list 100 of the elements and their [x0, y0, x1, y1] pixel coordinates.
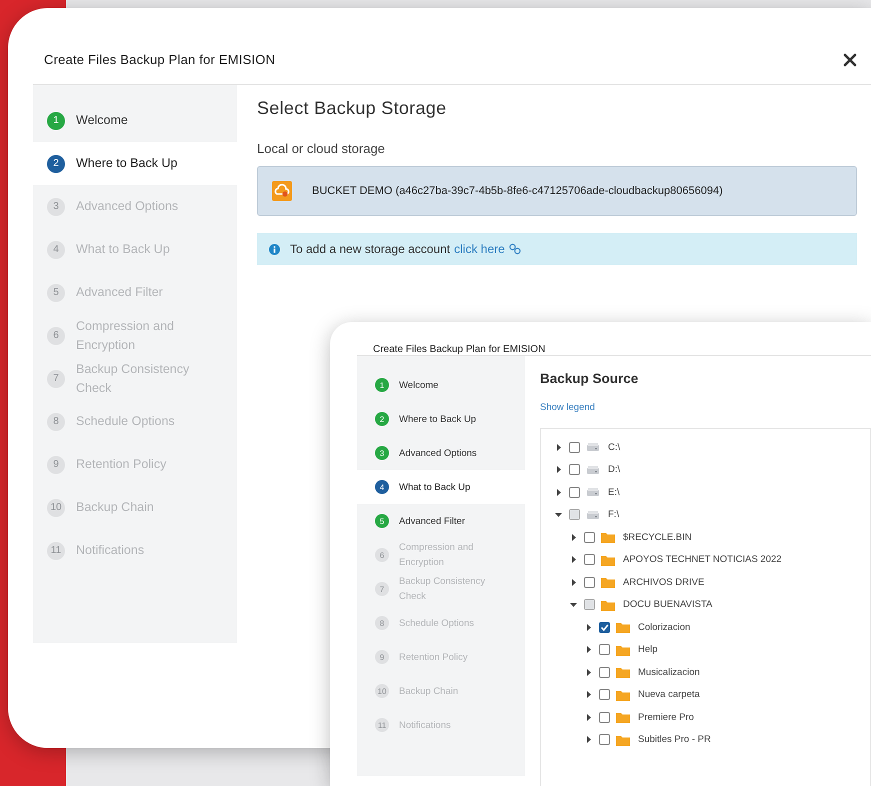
section-heading: Backup Source [540, 371, 640, 386]
step-number: 4 [47, 240, 65, 258]
checkbox[interactable] [599, 712, 610, 723]
collapse-caret-icon[interactable] [570, 601, 577, 608]
section-heading: Select Backup Storage [257, 98, 448, 119]
step-number: 6 [47, 326, 65, 344]
checkbox[interactable] [584, 576, 595, 588]
step-number: 3 [375, 446, 389, 460]
wizard-step[interactable]: 2 Where to Back Up [33, 142, 237, 185]
step-number: 8 [375, 616, 389, 630]
expand-caret-icon[interactable] [585, 624, 592, 631]
wizard-step[interactable]: 4 What to Back Up [357, 470, 525, 504]
expand-caret-icon[interactable] [555, 444, 562, 451]
expand-caret-icon[interactable] [585, 668, 592, 676]
checkbox[interactable] [584, 532, 595, 543]
tree-item-label[interactable]: Colorizacion [638, 622, 690, 633]
checkbox[interactable] [599, 734, 610, 746]
window-title: Create Files Backup Plan for EMISION [373, 344, 546, 355]
checkbox[interactable] [569, 486, 580, 498]
expand-caret-icon[interactable] [570, 578, 577, 586]
step-number: 5 [375, 514, 389, 528]
field-label: Local or cloud storage [257, 141, 385, 156]
step-label: Advanced Filter [399, 514, 466, 528]
tree-item-label[interactable]: DOCU BUENAVISTA [623, 599, 712, 610]
folder-icon [616, 666, 630, 678]
step-label: Schedule Options [76, 413, 176, 430]
checkbox[interactable] [599, 622, 610, 633]
wizard-step[interactable]: 5 Advanced Filter [357, 504, 525, 538]
expand-caret-icon[interactable] [570, 556, 577, 564]
step-number: 7 [375, 582, 389, 596]
step-label: Backup Consistency Check [399, 575, 486, 604]
step-label: Where to Back Up [76, 155, 178, 172]
step-number: 8 [47, 412, 65, 430]
folder-icon [601, 531, 615, 544]
tree-item-label[interactable]: F:\ [608, 509, 620, 520]
step-label: Welcome [399, 378, 440, 392]
tree-item-label[interactable]: D:\ [608, 464, 620, 476]
link-icon [508, 243, 521, 255]
expand-caret-icon[interactable] [585, 691, 592, 698]
step-number: 5 [47, 284, 65, 302]
folder-icon [616, 644, 630, 656]
window-title: Create Files Backup Plan for EMISION [44, 52, 276, 67]
step-number: 9 [47, 456, 65, 474]
close-icon [843, 52, 857, 66]
tree-item-label[interactable]: C:\ [608, 442, 620, 453]
folder-icon [601, 576, 615, 588]
step-label: What to Back Up [399, 480, 472, 494]
checkbox[interactable] [599, 644, 610, 656]
tree-item-label[interactable]: Musicalizacion [638, 666, 700, 678]
checkbox[interactable] [569, 442, 580, 453]
step-number: 11 [375, 718, 389, 732]
wizard-step[interactable]: 1 Welcome [357, 368, 525, 402]
step-label: Schedule Options [399, 616, 475, 630]
show-legend-link[interactable]: Show legend [540, 402, 595, 413]
info-text: To add a new storage account [290, 242, 450, 256]
step-number: 1 [47, 112, 65, 130]
expand-caret-icon[interactable] [555, 488, 562, 496]
step-label: Compression and Encryption [399, 541, 474, 570]
tree-item-label[interactable]: Nueva carpeta [638, 689, 700, 700]
expand-caret-icon[interactable] [585, 714, 592, 721]
step-label: Backup Chain [76, 499, 155, 516]
checkbox[interactable] [599, 689, 610, 700]
add-storage-link[interactable]: click here [454, 242, 521, 256]
step-number: 2 [47, 154, 65, 172]
step-label: Backup Consistency Check [76, 360, 190, 396]
storage-option[interactable]: BUCKET DEMO (a46c27ba-39c7-4b5b-8fe6-c47125706ade-cloudbackup80656094) [257, 166, 857, 216]
collapse-caret-icon[interactable] [555, 511, 562, 518]
info-icon [269, 244, 280, 254]
wizard-step[interactable]: 2 Where to Back Up [357, 402, 525, 436]
checkmark-icon [600, 622, 609, 632]
drive-icon [586, 441, 600, 454]
tree-item-label[interactable]: Subitles Pro - PR [638, 734, 711, 746]
drive-icon [586, 486, 600, 498]
checkbox[interactable] [599, 666, 610, 678]
folder-icon [601, 554, 615, 566]
tree-item-label[interactable]: Help [638, 644, 658, 656]
step-label: Compression and Encryption [76, 318, 175, 354]
step-label: Retention Policy [399, 650, 469, 664]
step-number: 6 [375, 548, 389, 562]
expand-caret-icon[interactable] [585, 736, 592, 744]
folder-icon [616, 621, 630, 634]
checkbox[interactable] [584, 554, 595, 566]
step-label: What to Back Up [76, 241, 171, 258]
step-number: 11 [47, 542, 65, 560]
step-label: Where to Back Up [399, 412, 478, 426]
step-number: 2 [375, 412, 389, 426]
step-label: Retention Policy [76, 456, 168, 473]
tree-item-label[interactable]: APOYOS TECHNET NOTICIAS 2022 [623, 554, 782, 566]
tree-item-label[interactable]: Premiere Pro [638, 712, 694, 723]
expand-caret-icon[interactable] [570, 534, 577, 541]
step-label: Advanced Options [76, 198, 180, 215]
tree-item-label[interactable]: $RECYCLE.BIN [623, 532, 692, 543]
tree-item-label[interactable]: E:\ [608, 486, 620, 498]
expand-caret-icon[interactable] [585, 646, 592, 654]
cloud-storage-icon [272, 181, 292, 201]
tree-item-label[interactable]: ARCHIVOS DRIVE [623, 576, 704, 588]
checkbox[interactable] [569, 464, 580, 476]
wizard-step[interactable]: 1 Welcome [33, 99, 237, 142]
wizard-step[interactable]: 3 Advanced Options [357, 436, 525, 470]
expand-caret-icon[interactable] [555, 466, 562, 474]
